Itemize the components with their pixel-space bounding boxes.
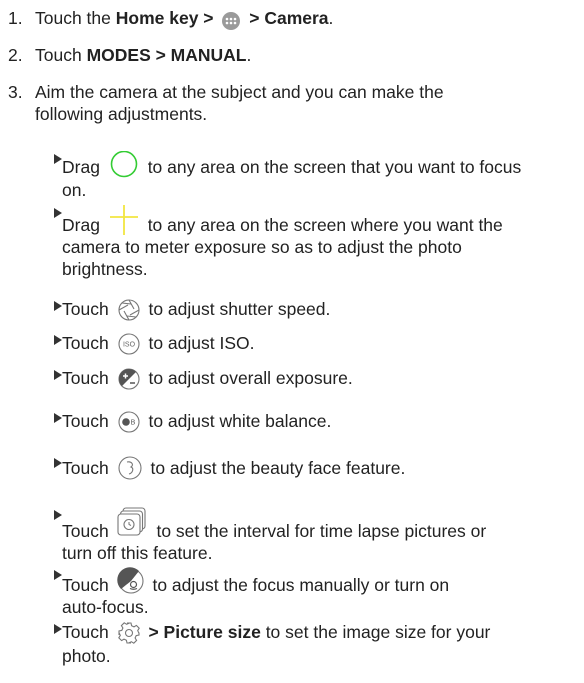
adjustment-shutter-speed: Touch to adjust shutter speed.	[36, 298, 576, 322]
adjustment-manual-focus: Touch to adjust the focus manually or tu…	[36, 567, 576, 618]
bullet-arrow-icon	[54, 570, 62, 580]
modes-manual-label: MODES > MANUAL	[86, 45, 247, 65]
adjustment-exposure-metering: Drag to any area on the screen where you…	[36, 205, 576, 280]
adjustment-text: to adjust overall exposure.	[148, 368, 353, 388]
adjustment-text: to adjust the beauty face feature.	[150, 458, 406, 478]
adjustment-verb: Touch	[62, 521, 109, 541]
step-1: 1. Touch the Home key > > Camera.	[8, 7, 576, 31]
picture-size-label: > Picture size	[148, 622, 261, 642]
adjustment-verb: Touch	[62, 368, 109, 388]
iso-icon-label: ISO	[123, 342, 136, 349]
adjustment-verb: Drag	[62, 215, 100, 235]
white-balance-icon: B	[117, 410, 141, 434]
adjustment-verb: Touch	[62, 333, 109, 353]
step-text: Touch	[35, 45, 87, 65]
adjustment-beauty-face: Touch to adjust the beauty face feature.	[36, 455, 576, 481]
adjustment-verb: Drag	[62, 157, 100, 177]
adjustment-text: to set the interval for time lapse pictu…	[156, 521, 487, 541]
adjustment-text: to adjust ISO.	[148, 333, 255, 353]
adjustment-text: to any area on the screen where you want…	[147, 215, 503, 235]
adjustment-text: camera to meter exposure so as to adjust…	[62, 237, 462, 257]
adjustment-focus: Drag to any area on the screen that you …	[36, 151, 576, 201]
adjustment-verb: Touch	[62, 622, 109, 642]
iso-icon: ISO	[117, 332, 141, 356]
bullet-arrow-icon	[54, 154, 62, 164]
adjustment-text: photo.	[62, 646, 111, 666]
adjustment-text: brightness.	[62, 259, 148, 279]
step-number: 3.	[8, 82, 23, 102]
camera-label: > Camera	[244, 8, 329, 28]
bullet-arrow-icon	[54, 458, 62, 468]
bullet-arrow-icon	[54, 208, 62, 218]
adjustment-verb: Touch	[62, 575, 109, 595]
bullet-arrow-icon	[54, 370, 62, 380]
adjustment-overall-exposure: Touch to adjust overall exposure.	[36, 367, 576, 391]
adjustment-white-balance: Touch B to adjust white balance.	[36, 410, 576, 434]
focus-circle-icon	[108, 151, 140, 179]
white-balance-icon-label: B	[130, 420, 135, 427]
adjustment-text: to set the image size for your	[265, 622, 491, 642]
adjustment-verb: Touch	[62, 299, 109, 319]
adjustment-time-lapse: Touch to set the interval for time lapse…	[36, 507, 576, 564]
adjustment-iso: Touch ISO to adjust ISO.	[36, 332, 576, 356]
settings-gear-icon	[117, 621, 141, 645]
beauty-face-icon	[117, 455, 143, 481]
step-number: 2.	[8, 45, 23, 65]
adjustment-text: auto-focus.	[62, 597, 149, 617]
adjustment-text: to adjust white balance.	[148, 411, 332, 431]
step-number: 1.	[8, 8, 23, 28]
adjustment-verb: Touch	[62, 411, 109, 431]
step-punct: .	[328, 8, 334, 28]
step-text: Touch the	[35, 8, 116, 28]
step-text: following adjustments.	[35, 104, 208, 124]
exposure-compensation-icon	[117, 367, 141, 391]
adjustment-text: turn off this feature.	[62, 543, 213, 563]
adjustment-text: to adjust the focus manually or turn on	[152, 575, 450, 595]
bullet-arrow-icon	[54, 510, 62, 520]
exposure-cross-icon	[108, 205, 140, 235]
app-drawer-icon	[221, 11, 241, 31]
bullet-arrow-icon	[54, 413, 62, 423]
step-3: 3. Aim the camera at the subject and you…	[8, 81, 576, 125]
manual-focus-icon	[116, 567, 145, 595]
adjustment-text: to adjust shutter speed.	[148, 299, 331, 319]
home-key-label: Home	[115, 8, 165, 28]
step-text: Aim the camera at the subject and you ca…	[35, 82, 444, 102]
adjustment-picture-size: Touch > Picture size to set the image si…	[36, 621, 576, 667]
bullet-arrow-icon	[54, 624, 62, 634]
step-punct: .	[246, 45, 252, 65]
step-text-bold: key >	[164, 8, 219, 28]
time-lapse-icon	[117, 507, 149, 539]
bullet-arrow-icon	[54, 301, 62, 311]
shutter-speed-icon	[117, 298, 141, 322]
adjustment-text: to any area on the screen that you want …	[147, 157, 522, 177]
step-2: 2. Touch MODES > MANUAL.	[8, 44, 576, 66]
adjustment-text: on.	[62, 180, 87, 200]
bullet-arrow-icon	[54, 335, 62, 345]
adjustment-verb: Touch	[62, 458, 109, 478]
